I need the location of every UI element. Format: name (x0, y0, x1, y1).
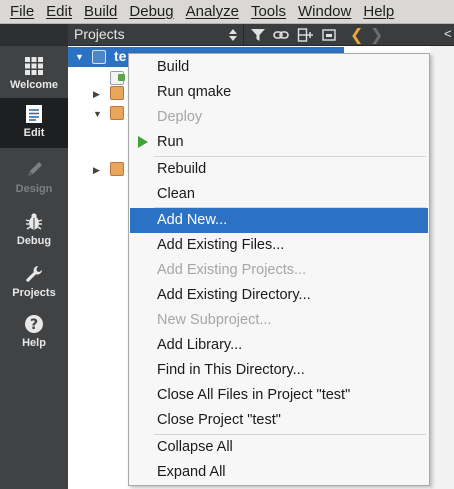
mode-label: Debug (16, 235, 52, 247)
menu-item-clean[interactable]: Clean (130, 182, 428, 207)
project-folder-icon (92, 50, 106, 64)
menu-item-add-existing-directory[interactable]: Add Existing Directory... (130, 283, 428, 308)
wrench-icon (24, 264, 44, 284)
menu-item-find-in-directory[interactable]: Find in This Directory... (130, 358, 428, 383)
header-separator (243, 24, 244, 46)
menu-item-collapse-all[interactable]: Collapse All (130, 435, 428, 460)
mode-debug[interactable]: Debug (0, 206, 68, 256)
menu-item-deploy[interactable]: Deploy (130, 105, 428, 130)
menu-item-close-project[interactable]: Close Project "test" (130, 408, 428, 433)
menu-item-build[interactable]: Build (130, 55, 428, 80)
sources-folder-icon[interactable] (110, 106, 124, 120)
pencil-icon (24, 160, 44, 180)
modebar-top-strip (0, 24, 68, 46)
forms-folder-icon[interactable] (110, 162, 124, 176)
mode-label: Help (22, 337, 46, 349)
editor-right-strip (430, 46, 454, 489)
menu-edit[interactable]: Edit (40, 0, 78, 24)
mode-label: Edit (23, 127, 45, 139)
document-icon (24, 104, 44, 124)
menu-item-rebuild[interactable]: Rebuild (130, 157, 428, 182)
expand-arrow-icon[interactable]: ▼ (75, 52, 84, 62)
menu-item-add-library[interactable]: Add Library... (130, 333, 428, 358)
menu-item-run[interactable]: Run (130, 130, 428, 155)
expanded-arrow-icon[interactable]: ▼ (93, 109, 102, 119)
qt-badge-icon (118, 74, 125, 81)
link-icon[interactable] (273, 27, 289, 43)
menu-item-add-new[interactable]: Add New... (130, 208, 428, 233)
svg-text:?: ? (30, 317, 38, 333)
bug-icon (24, 212, 44, 232)
mode-edit[interactable]: Edit (0, 98, 68, 148)
headers-folder-icon[interactable] (110, 86, 124, 100)
mode-label: Design (15, 183, 53, 195)
menu-debug[interactable]: Debug (123, 0, 179, 24)
menu-tools[interactable]: Tools (245, 0, 292, 24)
menu-item-add-existing-files[interactable]: Add Existing Files... (130, 233, 428, 258)
menu-help[interactable]: Help (357, 0, 400, 24)
forward-arrow-icon[interactable]: ❯ (370, 25, 383, 45)
tree-root-label[interactable]: te (114, 48, 126, 64)
menu-item-expand-all[interactable]: Expand All (130, 460, 428, 485)
menu-item-new-subproject[interactable]: New Subproject... (130, 308, 428, 333)
menu-analyze[interactable]: Analyze (180, 0, 245, 24)
grid-icon (24, 56, 44, 76)
context-menu: Build Run qmake Deploy Run Rebuild Clean… (128, 53, 430, 486)
mode-welcome[interactable]: Welcome (0, 50, 68, 100)
collapsed-arrow-icon[interactable]: ▶ (93, 89, 100, 100)
collapsed-arrow-icon[interactable]: ▶ (93, 165, 100, 176)
question-icon: ? (24, 314, 44, 334)
mode-bar: Welcome Edit Design Debug Projects ? Hel… (0, 46, 68, 489)
menu-file[interactable]: File (4, 0, 40, 24)
sort-updown-icon[interactable] (228, 27, 244, 43)
back-arrow-icon[interactable]: ❮ (350, 25, 363, 45)
projects-title[interactable]: Projects (74, 26, 125, 42)
mode-design[interactable]: Design (0, 154, 68, 204)
menu-build[interactable]: Build (78, 0, 123, 24)
editor-crumb[interactable]: < (444, 26, 452, 41)
filter-icon[interactable] (250, 27, 266, 43)
close-panel-icon[interactable] (321, 27, 337, 43)
mode-projects[interactable]: Projects (0, 258, 68, 308)
menu-item-add-existing-projects[interactable]: Add Existing Projects... (130, 258, 428, 283)
mode-help[interactable]: ? Help (0, 308, 68, 358)
menu-item-close-all-files[interactable]: Close All Files in Project "test" (130, 383, 428, 408)
menu-bar: File Edit Build Debug Analyze Tools Wind… (0, 0, 454, 24)
mode-label: Welcome (9, 79, 59, 91)
split-add-icon[interactable] (297, 27, 313, 43)
projects-header: Projects (68, 24, 348, 46)
editor-toolbar: ❮ ❯ < (344, 24, 454, 46)
mode-label: Projects (12, 287, 56, 299)
menu-item-run-qmake[interactable]: Run qmake (130, 80, 428, 105)
menu-window[interactable]: Window (292, 0, 357, 24)
